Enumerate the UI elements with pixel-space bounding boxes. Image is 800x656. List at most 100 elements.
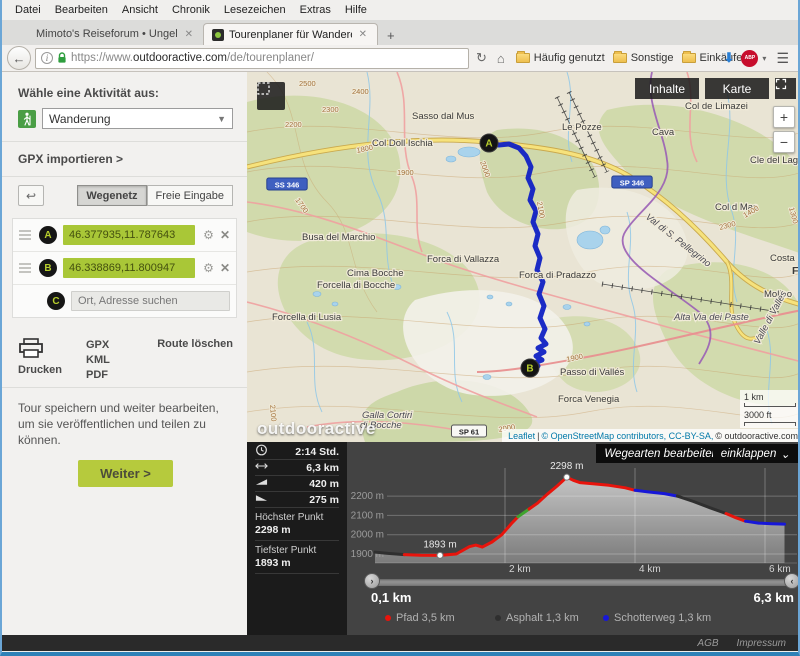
legend-dot xyxy=(603,615,609,621)
fullscreen-button[interactable] xyxy=(775,78,796,99)
collapse-button[interactable]: einklappen ⌄ xyxy=(713,444,798,463)
tab-close-icon[interactable]: ✕ xyxy=(183,29,195,40)
surface-legend: Pfad 3,5 kmAsphalt 1,3 kmSchotterweg 1,3… xyxy=(347,612,800,632)
place-label: Forcella di Lusia xyxy=(272,312,342,323)
tab-favicon xyxy=(212,29,224,41)
activity-select[interactable]: Wanderung ▼ xyxy=(42,108,233,129)
route-marker-a[interactable]: A xyxy=(480,134,498,152)
menu-item-extras[interactable]: Extras xyxy=(293,2,338,18)
stat-row-ascent: 420 m xyxy=(255,476,339,492)
attribution-link[interactable]: Leaflet xyxy=(508,431,535,441)
back-button[interactable]: ← xyxy=(7,46,31,70)
print-block[interactable]: Drucken xyxy=(18,338,86,383)
footer-link-impressum[interactable]: Impressum xyxy=(737,638,786,649)
edit-waytypes-button[interactable]: Wegearten bearbeiten xyxy=(596,444,726,463)
map-watermark: outdooractive xyxy=(257,419,376,439)
contour-label: 1900 xyxy=(397,168,414,177)
tab-2[interactable]: Tourenplaner für Wandere...✕ xyxy=(203,23,378,45)
tab-close-icon[interactable]: ✕ xyxy=(357,29,369,40)
stat-value: 6,3 km xyxy=(306,462,339,474)
url-text[interactable]: https://www.outdooractive.com/de/tourenp… xyxy=(71,52,463,64)
url-bar[interactable]: i https://www.outdooractive.com/de/toure… xyxy=(35,48,469,69)
chevron-down-icon: ▼ xyxy=(217,114,226,124)
waypoint-remove-icon[interactable]: ✕ xyxy=(220,228,230,242)
footer-link-agb[interactable]: AGB xyxy=(697,638,718,649)
tab-1[interactable]: Mimoto's Reiseforum • Ungel...✕ xyxy=(28,23,203,45)
drag-handle-icon[interactable] xyxy=(19,230,31,240)
lake xyxy=(563,305,571,310)
new-tab-button[interactable]: + xyxy=(378,28,404,45)
range-slider-right-handle[interactable]: ‹ xyxy=(784,573,800,589)
place-label: Col de Limazei xyxy=(685,101,748,112)
lake xyxy=(332,302,338,306)
export-link-pdf[interactable]: PDF xyxy=(86,368,110,383)
attribution-link[interactable]: © OpenStreetMap contributors, CC-BY-SA, xyxy=(541,431,713,441)
y-axis-tick: 1900 m xyxy=(351,549,384,560)
waypoint-input-c[interactable]: Ort, Adresse suchen xyxy=(71,291,230,311)
waypoint-input-a[interactable]: 46.377935,11.787643 xyxy=(63,225,195,245)
place-label: Forca Venegia xyxy=(558,394,620,405)
x-axis-tick: 4 km xyxy=(639,564,661,575)
range-slider-track[interactable] xyxy=(372,579,792,586)
waypoint-badge-a: A xyxy=(39,226,57,244)
clock-icon xyxy=(255,443,268,460)
menu-item-chronik[interactable]: Chronik xyxy=(165,2,217,18)
x-axis-tick: 2 km xyxy=(509,564,531,575)
site-info-icon[interactable]: i xyxy=(41,52,53,64)
map-container[interactable]: Sasso dal MusLe PozzeCavaCol de LimazeiC… xyxy=(247,72,800,442)
tab-bar: Mimoto's Reiseforum • Ungel...✕Tourenpla… xyxy=(2,20,798,45)
undo-button[interactable]: ↩ xyxy=(18,185,44,206)
attribution-separator: | xyxy=(537,431,539,441)
export-link-kml[interactable]: KML xyxy=(86,353,110,368)
place-label: Forca di Pradazzo xyxy=(519,270,596,281)
drag-handle-icon[interactable] xyxy=(19,263,31,273)
elevation-chart-canvas[interactable]: 2200 m2100 m2000 m1900 m2 km4 km6 km2298… xyxy=(347,442,800,635)
mode-tab-wegenetz[interactable]: Wegenetz xyxy=(77,185,146,206)
download-icon[interactable]: ⬇ xyxy=(721,50,738,66)
elevation-annotation: 1893 m xyxy=(423,539,456,550)
range-slider-left-handle[interactable]: › xyxy=(364,573,380,589)
elevation-chart[interactable]: 2200 m2100 m2000 m1900 m2 km4 km6 km2298… xyxy=(347,442,800,635)
reload-button[interactable]: ↻ xyxy=(473,50,490,66)
map-canvas[interactable]: Sasso dal MusLe PozzeCavaCol de LimazeiC… xyxy=(247,72,800,442)
scale-metric: 1 km xyxy=(744,392,796,402)
menu-item-bearbeiten[interactable]: Bearbeiten xyxy=(48,2,115,18)
export-link-gpx[interactable]: GPX xyxy=(86,338,110,353)
gpx-import-link[interactable]: GPX importieren > xyxy=(18,142,233,176)
tour-planner-sidebar: Wähle eine Aktivität aus: Wanderung ▼ GP… xyxy=(2,72,247,635)
waypoint-settings-icon[interactable]: ⚙ xyxy=(203,261,214,275)
contour-label: 2500 xyxy=(299,79,316,88)
adblock-caret-icon[interactable]: ▾ xyxy=(762,54,766,63)
route-marker-b[interactable]: B xyxy=(521,359,539,377)
place-label: Le Pozze xyxy=(562,122,602,133)
weiter-button[interactable]: Weiter > xyxy=(78,460,173,487)
map-scale-control: 1 km 3000 ft xyxy=(740,390,800,428)
fullscreen-icon xyxy=(775,78,787,90)
navigation-bar: ← i https://www.outdooractive.com/de/tou… xyxy=(2,45,798,72)
waypoint-settings-icon[interactable]: ⚙ xyxy=(203,228,214,242)
map-inhalte-button[interactable]: Inhalte xyxy=(635,78,699,99)
menu-item-datei[interactable]: Datei xyxy=(8,2,48,18)
tour-stats: 2:14 Std.6,3 km420 m275 mHöchster Punkt2… xyxy=(247,442,347,635)
adblock-icon[interactable]: ABP xyxy=(741,50,758,67)
bookmark-folder-1[interactable]: Häufig genutzt xyxy=(512,52,609,64)
place-label: Cima Bocche xyxy=(347,268,404,279)
menu-item-ansicht[interactable]: Ansicht xyxy=(115,2,165,18)
waypoint-input-b[interactable]: 46.338869,11.800947 xyxy=(63,258,195,278)
area-select-tool-button[interactable] xyxy=(257,82,285,110)
home-button[interactable]: ⌂ xyxy=(494,51,508,66)
menu-item-hilfe[interactable]: Hilfe xyxy=(338,2,374,18)
range-start-label: 0,1 km xyxy=(371,590,411,605)
zoom-in-button[interactable]: + xyxy=(773,106,795,128)
page-footer: AGB Impressum xyxy=(2,635,798,651)
delete-route-link[interactable]: Route löschen xyxy=(157,338,233,383)
folder-icon xyxy=(682,53,696,63)
zoom-out-button[interactable]: − xyxy=(773,131,795,153)
menu-item-lesezeichen[interactable]: Lesezeichen xyxy=(217,2,293,18)
menu-button[interactable]: ☰ xyxy=(772,50,793,67)
map-karte-button[interactable]: Karte xyxy=(705,78,769,99)
extreme-label-1: Höchster Punkt xyxy=(255,512,339,523)
waypoint-remove-icon[interactable]: ✕ xyxy=(220,261,230,275)
bookmark-folder-2[interactable]: Sonstige xyxy=(609,52,678,64)
mode-tab-freie-eingabe[interactable]: Freie Eingabe xyxy=(147,185,234,206)
